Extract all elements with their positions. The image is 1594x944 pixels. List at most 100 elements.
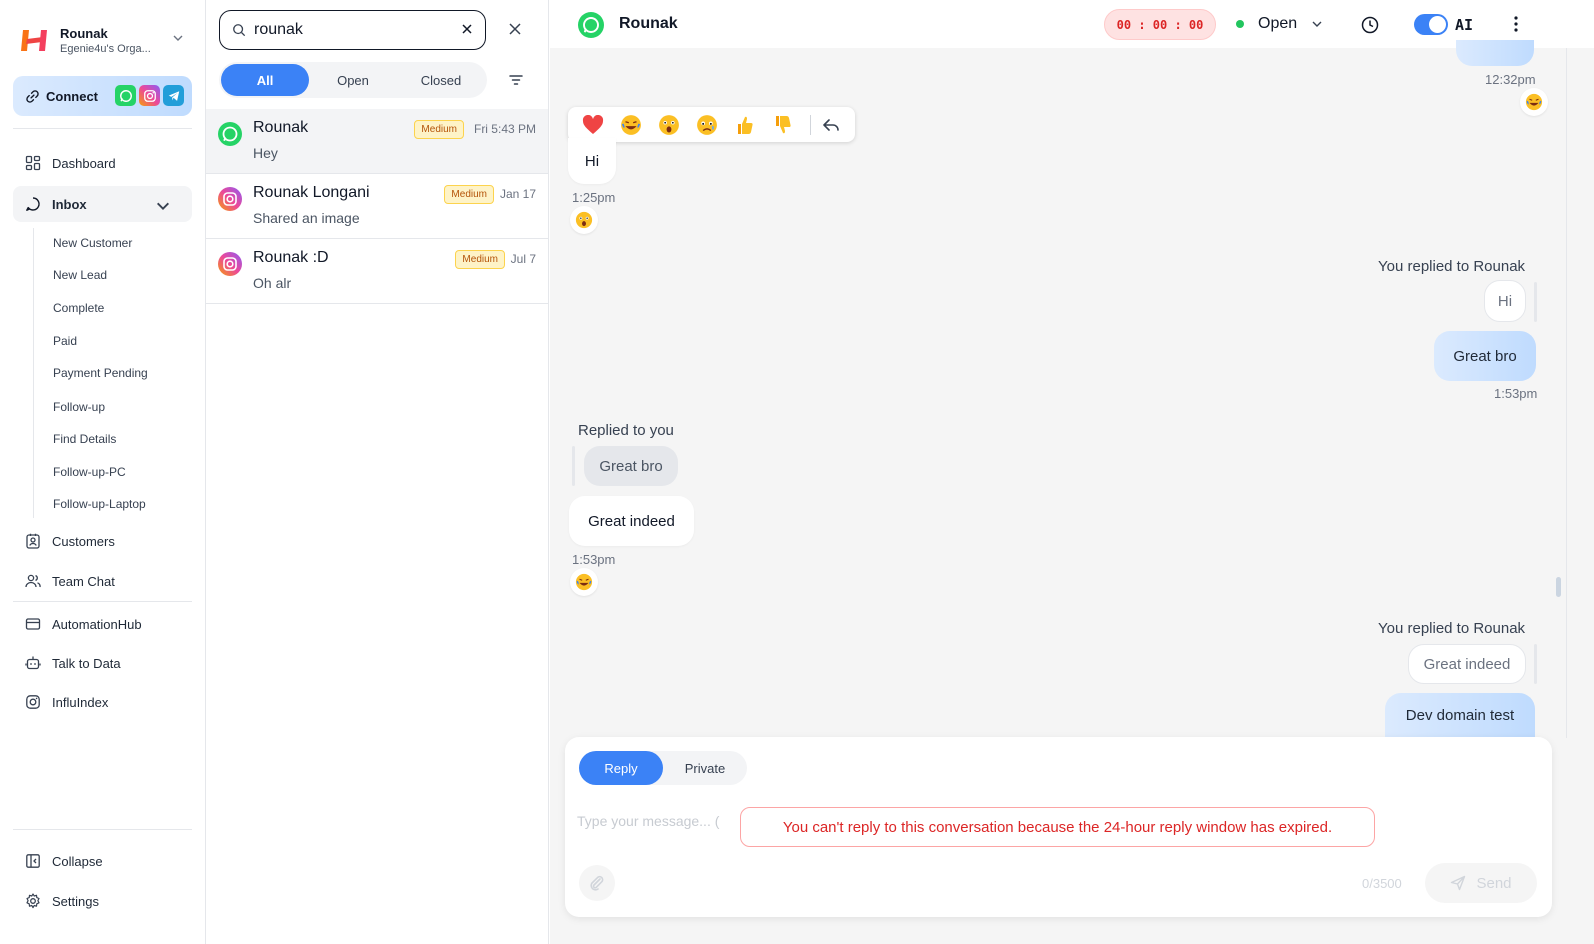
sidebar-item-inbox[interactable]: Inbox <box>13 186 192 222</box>
inbox-sub-find-details[interactable]: Find Details <box>53 429 116 449</box>
sidebar-item-label: AutomationHub <box>52 616 142 632</box>
sidebar-item-label: Talk to Data <box>52 655 121 671</box>
link-icon <box>26 89 39 103</box>
sidebar: Rounak Egenie4u's Orga... Connect Dashbo… <box>0 0 206 944</box>
chevron-down-icon <box>157 202 169 210</box>
chat-scrollbar-track[interactable] <box>1566 48 1567 738</box>
conversation-preview: Oh alr <box>253 275 292 291</box>
status-dropdown[interactable]: Open <box>1236 14 1323 34</box>
quoted-message: Hi <box>1484 280 1526 322</box>
sidebar-item-settings[interactable]: Settings <box>13 883 192 919</box>
ai-toggle[interactable] <box>1414 14 1448 35</box>
chat-scrollbar-thumb[interactable] <box>1556 577 1561 597</box>
sad-reaction-icon[interactable] <box>688 107 726 142</box>
quote-bar <box>1534 282 1537 322</box>
tab-open[interactable]: Open <box>309 64 397 96</box>
status-label: Open <box>1258 15 1298 32</box>
message-composer: Reply Private Type your message... ( You… <box>565 737 1552 917</box>
reply-context-label: You replied to Rounak <box>1378 620 1526 637</box>
inbox-sub-line <box>33 228 34 518</box>
whatsapp-icon <box>218 122 242 146</box>
message-timestamp: 1:25pm <box>572 190 616 205</box>
conversation-item[interactable]: Rounak Longani Shared an image Medium Ja… <box>206 174 548 239</box>
tab-all[interactable]: All <box>221 64 309 96</box>
search-input[interactable] <box>254 21 444 39</box>
message-input[interactable]: Type your message... ( <box>577 813 719 829</box>
message-bubble-outgoing: Dev domain test <box>1385 693 1535 737</box>
sidebar-item-automation-hub[interactable]: AutomationHub <box>13 606 192 642</box>
picker-divider <box>810 114 811 135</box>
search-box[interactable] <box>219 10 486 50</box>
inbox-sub-payment-pending[interactable]: Payment Pending <box>53 363 148 383</box>
priority-badge: Medium <box>444 185 494 204</box>
attach-button[interactable] <box>579 865 615 901</box>
tab-closed[interactable]: Closed <box>397 64 485 96</box>
sidebar-item-talk-to-data[interactable]: Talk to Data <box>13 645 192 681</box>
sidebar-item-label: Settings <box>52 893 99 909</box>
reply-arrow-icon[interactable] <box>821 115 841 135</box>
conversation-item[interactable]: Rounak :D Oh alr Medium Jul 7 <box>206 239 548 304</box>
sidebar-item-customers[interactable]: Customers <box>13 523 192 559</box>
reply-context-label: You replied to Rounak <box>1378 258 1526 275</box>
filter-icon[interactable] <box>508 72 524 88</box>
org-name: Rounak <box>60 25 108 41</box>
sidebar-item-label: InfluIndex <box>52 694 109 710</box>
sidebar-item-influindex[interactable]: InfluIndex <box>13 684 192 720</box>
conversation-preview: Shared an image <box>253 210 360 226</box>
sidebar-item-team-chat[interactable]: Team Chat <box>13 563 192 599</box>
sidebar-item-label: Team Chat <box>52 573 115 589</box>
chevron-down-icon <box>1312 21 1322 27</box>
contact-name: Rounak <box>619 15 678 32</box>
panel-collapse-icon <box>26 854 40 868</box>
laugh-reaction-icon <box>570 568 598 596</box>
sidebar-divider <box>13 128 192 129</box>
conversation-name: Rounak Longani <box>253 184 370 201</box>
sidebar-item-collapse[interactable]: Collapse <box>13 843 192 879</box>
conversation-item[interactable]: Rounak Hey Medium Fri 5:43 PM <box>206 109 548 174</box>
send-button[interactable]: Send <box>1425 863 1537 903</box>
more-vertical-icon[interactable] <box>1512 15 1520 33</box>
message-bubble-outgoing: Great bro <box>1434 331 1536 381</box>
org-subtitle: Egenie4u's Orga... <box>60 42 151 55</box>
inbox-sub-follow-up[interactable]: Follow-up <box>53 397 105 417</box>
ai-label: AI <box>1455 16 1474 34</box>
conversation-time: Jul 7 <box>510 252 536 266</box>
sidebar-item-label: Dashboard <box>52 155 116 171</box>
connect-button[interactable]: Connect <box>13 76 192 116</box>
reply-timer: 00 : 00 : 00 <box>1104 9 1216 40</box>
surprised-reaction-icon[interactable] <box>650 107 688 142</box>
dashboard-icon <box>25 155 41 171</box>
composer-mode-tabs: Reply Private <box>579 751 747 785</box>
chat-panel: Rounak 00 : 00 : 00 Open AI 12:32pm Hi 1… <box>550 0 1594 944</box>
conversation-name: Rounak :D <box>253 249 329 266</box>
toggle-knob <box>1429 16 1446 33</box>
sidebar-item-dashboard[interactable]: Dashboard <box>13 145 192 181</box>
inbox-sub-paid[interactable]: Paid <box>53 331 77 351</box>
laugh-reaction-icon[interactable] <box>612 107 650 142</box>
inbox-sub-follow-up-pc[interactable]: Follow-up-PC <box>53 462 126 482</box>
status-dot <box>1236 20 1244 28</box>
contact-card-icon <box>26 533 40 549</box>
thumbs-up-reaction-icon[interactable] <box>726 107 764 142</box>
users-icon <box>25 574 41 588</box>
message-bubble-incoming: Hi <box>568 138 616 184</box>
message-timestamp: 1:53pm <box>1494 386 1538 401</box>
inbox-sub-new-customer[interactable]: New Customer <box>53 233 132 253</box>
thumbs-down-reaction-icon[interactable] <box>764 107 802 142</box>
inbox-sub-complete[interactable]: Complete <box>53 298 104 318</box>
brand-logo-icon <box>21 30 47 51</box>
quote-bar <box>572 446 575 486</box>
clock-icon[interactable] <box>1361 16 1379 34</box>
tab-reply[interactable]: Reply <box>579 751 663 785</box>
inbox-sub-new-lead[interactable]: New Lead <box>53 265 107 285</box>
conversation-time: Fri 5:43 PM <box>473 122 536 136</box>
reply-window-error: You can't reply to this conversation bec… <box>740 807 1375 847</box>
org-switcher[interactable]: Rounak Egenie4u's Orga... <box>20 22 190 58</box>
tab-private[interactable]: Private <box>663 751 747 785</box>
inbox-sub-follow-up-laptop[interactable]: Follow-up-Laptop <box>53 494 146 514</box>
close-icon[interactable] <box>508 22 522 36</box>
character-counter: 0/3500 <box>1362 876 1402 891</box>
conversation-list-panel: All Open Closed Rounak Hey Medium Fri 5:… <box>206 0 549 944</box>
clear-search-icon[interactable] <box>461 23 473 35</box>
heart-reaction-icon[interactable] <box>574 107 612 142</box>
